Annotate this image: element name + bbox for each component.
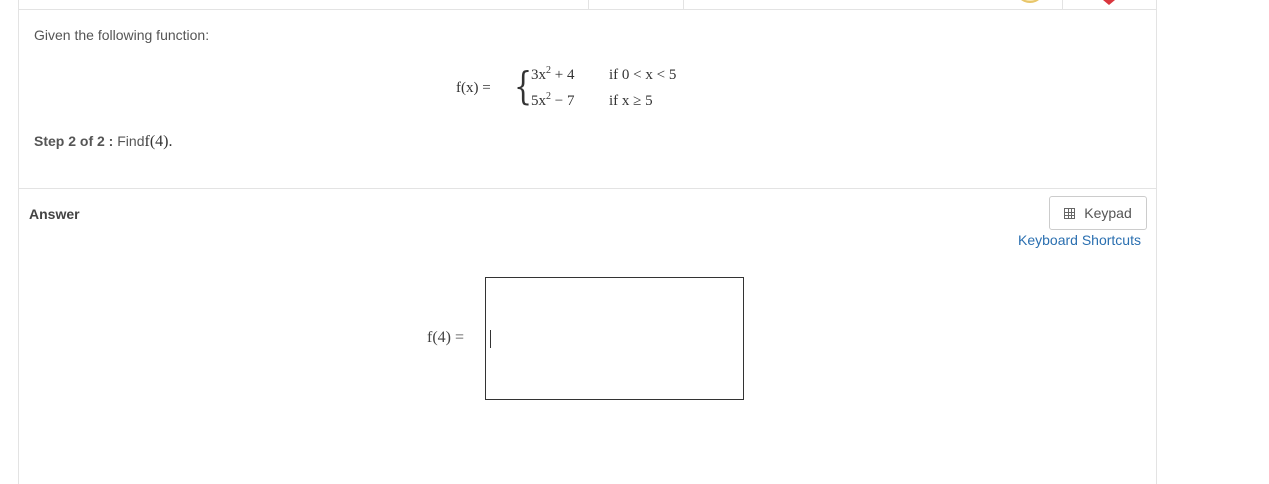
step-instruction: Step 2 of 2 : Findf(4). (34, 133, 172, 151)
section-divider (18, 188, 1157, 189)
keyboard-shortcuts-link[interactable]: Keyboard Shortcuts (1018, 232, 1141, 248)
keypad-button[interactable]: Keypad (1049, 196, 1147, 230)
keypad-label: Keypad (1084, 205, 1132, 221)
step-label: Step 2 of 2 : (34, 133, 114, 149)
piecewise-brace: { (514, 64, 533, 108)
question-prompt: Given the following function: (34, 27, 210, 43)
step-expression: f(4). (144, 133, 173, 150)
answer-equation-label: f(4) = (427, 329, 465, 346)
case-2-condition: if x ≥ 5 (609, 93, 653, 109)
case-2-expression: 5x2 − 7 (531, 91, 575, 110)
page: Given the following function: f(x) = { 3… (0, 0, 1269, 484)
answer-heading: Answer (29, 206, 80, 222)
answer-input[interactable] (485, 277, 744, 400)
question-card (18, 0, 1157, 484)
function-label: f(x) = (456, 80, 491, 96)
text-caret (490, 330, 491, 348)
calculator-icon (1064, 207, 1076, 219)
case-1-condition: if 0 < x < 5 (609, 67, 677, 83)
case-1-expression: 3x2 + 4 (531, 65, 575, 84)
step-verb: Find (117, 133, 145, 149)
